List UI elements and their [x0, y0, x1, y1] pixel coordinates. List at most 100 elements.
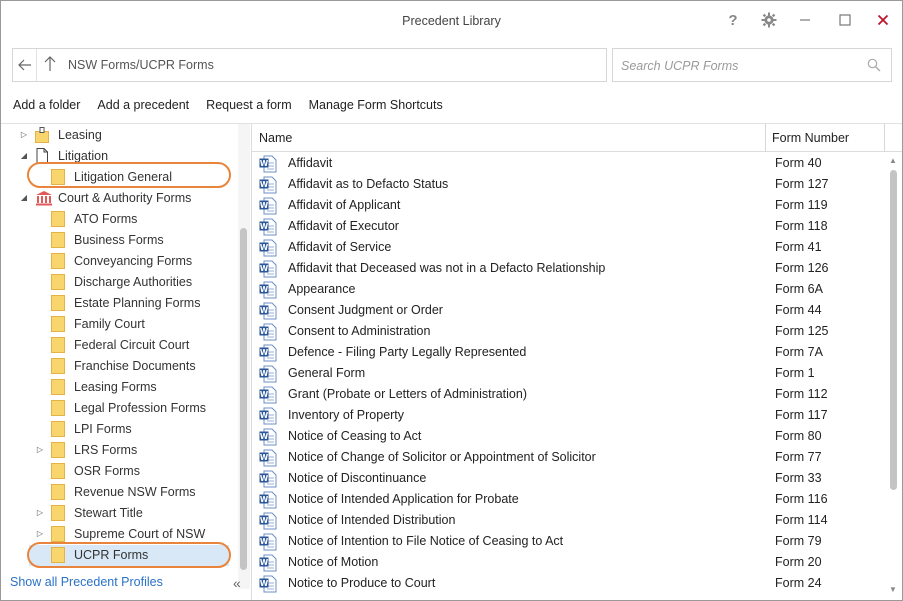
table-row[interactable]: W Notice of Intended Distribution Form 114	[252, 510, 884, 531]
folder-icon	[51, 358, 65, 374]
word-document-icon: W	[259, 470, 277, 488]
tree-item[interactable]: Revenue NSW Forms	[1, 482, 237, 503]
collapsed-arrow-icon[interactable]: ▷	[19, 130, 29, 139]
column-header-form-number[interactable]: Form Number	[772, 131, 849, 145]
tree-item-label: Court & Authority Forms	[58, 191, 192, 205]
table-row[interactable]: W Notice of Intention to File Notice of C…	[252, 531, 884, 552]
request-form-button[interactable]: Request a form	[206, 98, 291, 116]
table-row[interactable]: W General Form Form 1	[252, 363, 884, 384]
tree-item-label: Leasing	[58, 128, 102, 142]
table-row[interactable]: W Notice of Intended Application for Prob…	[252, 489, 884, 510]
document-icon	[35, 148, 49, 164]
table-row[interactable]: W Consent to Administration Form 125	[252, 321, 884, 342]
scroll-up-icon[interactable]: ▲	[889, 156, 897, 165]
form-name: Notice of Discontinuance	[288, 471, 427, 485]
tree-item[interactable]: ◢ Litigation	[1, 146, 237, 167]
back-arrow-icon[interactable]	[13, 49, 37, 81]
collapse-panel-icon[interactable]: «	[233, 575, 241, 591]
tree-item[interactable]: ATO Forms	[1, 209, 237, 230]
grid-scrollbar[interactable]: ▲ ▼	[885, 152, 902, 599]
add-folder-button[interactable]: Add a folder	[13, 98, 80, 116]
svg-text:W: W	[260, 474, 269, 483]
table-row[interactable]: W Grant (Probate or Letters of Administra…	[252, 384, 884, 405]
search-icon[interactable]	[867, 58, 881, 75]
expanded-arrow-icon[interactable]: ◢	[19, 193, 29, 202]
table-row[interactable]: W Affidavit of Service Form 41	[252, 237, 884, 258]
scroll-down-icon[interactable]: ▼	[889, 585, 897, 594]
tree-item[interactable]: OSR Forms	[1, 461, 237, 482]
svg-text:W: W	[260, 369, 269, 378]
tree-item[interactable]: Federal Circuit Court	[1, 335, 237, 356]
column-divider[interactable]	[765, 124, 766, 152]
table-row[interactable]: W Notice of Change of Solicitor or Appoin…	[252, 447, 884, 468]
breadcrumb[interactable]: NSW Forms/UCPR Forms	[68, 58, 214, 72]
tree-item[interactable]: Discharge Authorities	[1, 272, 237, 293]
tree-item[interactable]: ▷ Supreme Court of NSW	[1, 524, 237, 545]
table-row[interactable]: W Affidavit as to Defacto Status Form 127	[252, 174, 884, 195]
word-document-icon: W	[259, 218, 277, 236]
tree-item-label: OSR Forms	[74, 464, 140, 478]
minimize-icon[interactable]	[792, 9, 818, 31]
collapsed-arrow-icon[interactable]: ▷	[35, 445, 45, 454]
table-row[interactable]: W Notice of Ceasing to Act Form 80	[252, 426, 884, 447]
tree-item[interactable]: Family Court	[1, 314, 237, 335]
tree-item-label: Supreme Court of NSW	[74, 527, 206, 541]
table-row[interactable]: W Notice of Motion Form 20	[252, 552, 884, 573]
tree-item[interactable]: Litigation General	[1, 167, 237, 188]
tree-item[interactable]: Conveyancing Forms	[1, 251, 237, 272]
collapsed-arrow-icon[interactable]: ▷	[35, 529, 45, 538]
table-row[interactable]: W Appearance Form 6A	[252, 279, 884, 300]
column-divider[interactable]	[884, 124, 885, 152]
table-row[interactable]: W Inventory of Property Form 117	[252, 405, 884, 426]
word-document-icon: W	[259, 449, 277, 467]
tree-item[interactable]: LPI Forms	[1, 419, 237, 440]
tree-item[interactable]: ▷ Stewart Title	[1, 503, 237, 524]
tree-item[interactable]: Estate Planning Forms	[1, 293, 237, 314]
table-row[interactable]: W Affidavit of Executor Form 118	[252, 216, 884, 237]
table-row[interactable]: W Notice to Produce to Court Form 24	[252, 573, 884, 594]
address-bar[interactable]: NSW Forms/UCPR Forms	[12, 48, 607, 82]
expanded-arrow-icon[interactable]: ◢	[19, 151, 29, 160]
word-document-icon: W	[259, 365, 277, 383]
tree-scrollbar[interactable]	[238, 124, 250, 589]
up-arrow-icon[interactable]	[43, 56, 59, 74]
table-row[interactable]: W Consent Judgment or Order Form 44	[252, 300, 884, 321]
manage-form-shortcuts-button[interactable]: Manage Form Shortcuts	[309, 98, 443, 116]
close-icon[interactable]	[870, 9, 896, 31]
maximize-icon[interactable]	[832, 9, 858, 31]
table-row[interactable]: W Affidavit of Applicant Form 119	[252, 195, 884, 216]
form-name: Affidavit	[288, 156, 333, 170]
help-icon[interactable]: ?	[720, 9, 746, 31]
add-precedent-button[interactable]: Add a precedent	[97, 98, 189, 116]
form-name: Notice of Intended Distribution	[288, 513, 456, 527]
tree-item[interactable]: Business Forms	[1, 230, 237, 251]
table-row[interactable]: W Affidavit that Deceased was not in a De…	[252, 258, 884, 279]
table-row[interactable]: W Notice of Discontinuance Form 33	[252, 468, 884, 489]
table-row[interactable]: W Defence - Filing Party Legally Represen…	[252, 342, 884, 363]
tree-item[interactable]: ▷ LRS Forms	[1, 440, 237, 461]
word-document-icon: W	[259, 281, 277, 299]
word-document-icon: W	[259, 239, 277, 257]
grid-scrollbar-thumb[interactable]	[890, 170, 897, 490]
collapsed-arrow-icon[interactable]: ▷	[35, 508, 45, 517]
tree-item-label: Estate Planning Forms	[74, 296, 201, 310]
tree-item[interactable]: Legal Profession Forms	[1, 398, 237, 419]
tree-item[interactable]: Leasing Forms	[1, 377, 237, 398]
tree-item[interactable]: UCPR Forms	[29, 545, 229, 566]
form-number: Form 79	[775, 534, 822, 548]
column-header-name[interactable]: Name	[259, 131, 292, 145]
folder-icon	[51, 169, 65, 185]
show-all-profiles-link[interactable]: Show all Precedent Profiles	[10, 575, 163, 589]
gear-icon[interactable]	[756, 9, 782, 31]
tree-item-label: Conveyancing Forms	[74, 254, 193, 268]
tree-scrollbar-thumb[interactable]	[240, 228, 247, 570]
form-number: Form 6A	[775, 282, 823, 296]
tree-item[interactable]: ◢ Court & Authority Forms	[1, 188, 237, 209]
word-document-icon: W	[259, 323, 277, 341]
svg-text:W: W	[260, 558, 269, 567]
tree-item[interactable]: Franchise Documents	[1, 356, 237, 377]
table-row[interactable]: W Affidavit Form 40	[252, 153, 884, 174]
folder-icon	[51, 421, 65, 437]
search-input[interactable]: Search UCPR Forms	[612, 48, 892, 82]
tree-item[interactable]: ▷ Leasing	[1, 125, 237, 146]
